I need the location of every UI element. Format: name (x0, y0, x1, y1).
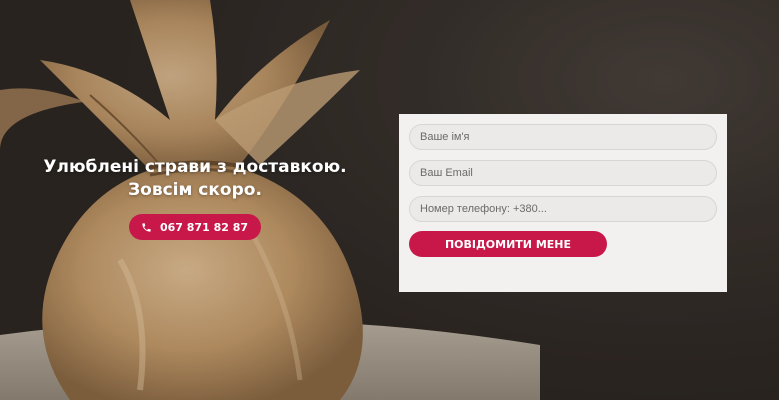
phone-number-label: 067 871 82 87 (159, 220, 249, 234)
hero-intro: Улюблені страви з доставкою. Зовсім скор… (20, 156, 370, 240)
notify-form: ПОВІДОМИТИ МЕНЕ (399, 114, 727, 292)
phone-call-button[interactable]: 067 871 82 87 (128, 214, 262, 240)
phone-input[interactable] (409, 196, 717, 222)
hero-section: Улюблені страви з доставкою. Зовсім скор… (0, 0, 779, 400)
notify-me-button[interactable]: ПОВІДОМИТИ МЕНЕ (409, 231, 607, 257)
name-input[interactable] (409, 124, 717, 150)
email-input[interactable] (409, 160, 717, 186)
hero-headline: Улюблені страви з доставкою. Зовсім скор… (43, 157, 347, 200)
phone-icon (142, 222, 151, 232)
